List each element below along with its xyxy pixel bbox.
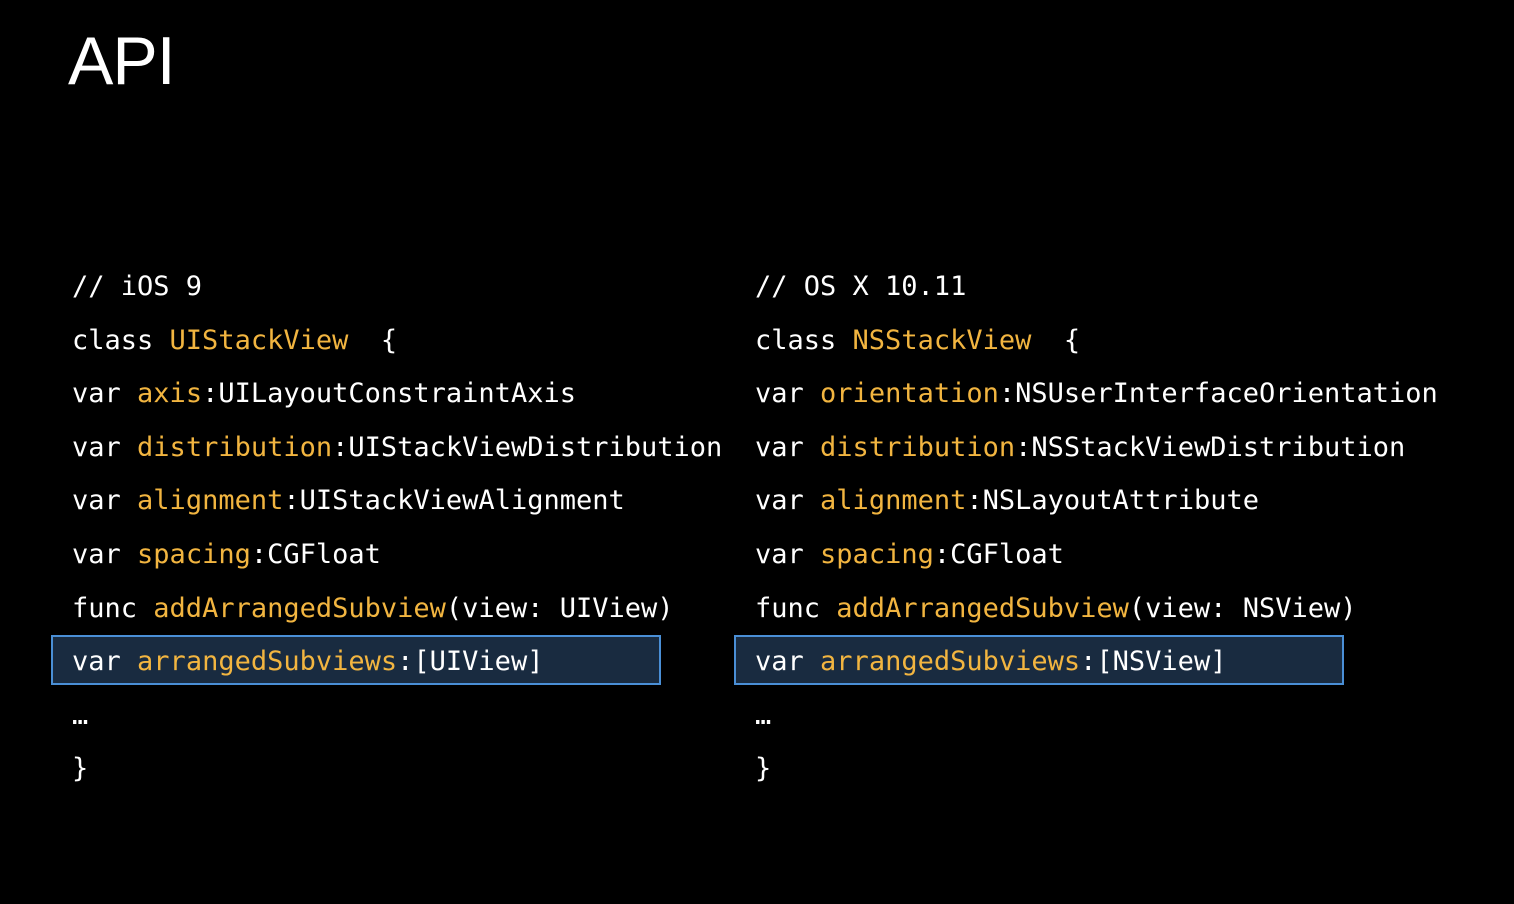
class-name: UIStackView xyxy=(169,324,349,356)
code-line-distribution: var distribution:UIStackViewDistribution xyxy=(72,431,723,463)
code-block-osx: // OS X 10.11 class NSStackView { var or… xyxy=(755,260,1438,796)
code-line-orientation: var orientation:NSUserInterfaceOrientati… xyxy=(755,378,1438,410)
code-line-alignment: var alignment:NSLayoutAttribute xyxy=(755,485,1259,517)
code-comment: // OS X 10.11 xyxy=(755,271,967,302)
class-declaration: class NSStackView { xyxy=(755,324,1081,356)
code-line-alignment: var alignment:UIStackViewAlignment xyxy=(72,485,625,517)
code-block-ios: // iOS 9 class UIStackView { var axis:UI… xyxy=(72,260,722,796)
code-line-spacing: var spacing:CGFloat xyxy=(72,538,381,570)
code-line-add-arranged-subview: func addArrangedSubview(view: NSView) xyxy=(755,592,1357,624)
code-line-add-arranged-subview: func addArrangedSubview(view: UIView) xyxy=(72,592,674,624)
code-ellipsis: … xyxy=(72,699,89,731)
code-line-axis: var axis:UILayoutConstraintAxis xyxy=(72,378,576,410)
code-ellipsis: … xyxy=(755,699,772,731)
code-line-arranged-subviews: var arrangedSubviews:[NSView] xyxy=(755,646,1227,678)
code-close-brace: } xyxy=(755,753,772,785)
class-declaration: class UIStackView { xyxy=(72,324,398,356)
code-comment: // iOS 9 xyxy=(72,271,203,302)
code-close-brace: } xyxy=(72,753,89,785)
code-line-arranged-subviews: var arrangedSubviews:[UIView] xyxy=(72,646,544,678)
slide-title: API xyxy=(68,23,176,99)
code-line-spacing: var spacing:CGFloat xyxy=(755,538,1064,570)
code-line-distribution: var distribution:NSStackViewDistribution xyxy=(755,431,1406,463)
class-name: NSStackView xyxy=(852,324,1032,356)
